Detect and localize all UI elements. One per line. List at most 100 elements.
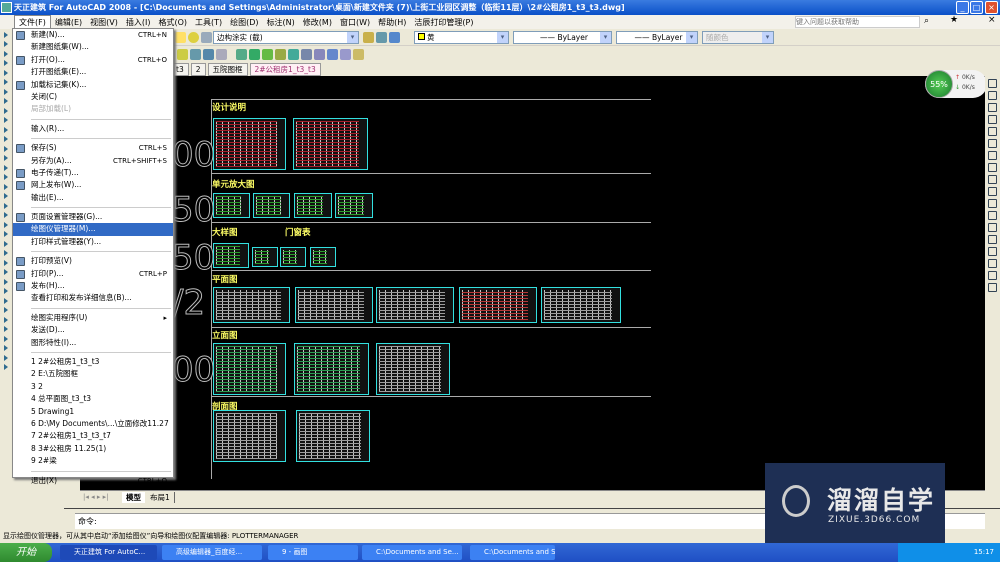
expand-arrow-icon[interactable]: [4, 145, 8, 152]
sheet-thumbnail[interactable]: [213, 410, 286, 462]
modify-tool-icon[interactable]: [988, 247, 997, 256]
taskbar-task[interactable]: 9 - 画图: [268, 545, 358, 560]
file-menu-item[interactable]: 2 E:\五院图框: [13, 368, 173, 380]
modify-tool-icon[interactable]: [988, 271, 997, 280]
sheet-thumbnail[interactable]: [376, 287, 454, 323]
expand-arrow-icon[interactable]: [4, 136, 8, 142]
tool-icon[interactable]: [288, 49, 299, 60]
minimize-button[interactable]: _: [956, 1, 969, 14]
sheet-thumbnail[interactable]: [213, 287, 290, 323]
file-menu-item[interactable]: 7 2#公租房1_t3_t3_t7: [13, 430, 173, 442]
expand-arrow-icon[interactable]: [4, 69, 8, 76]
sheet-thumbnail[interactable]: [376, 343, 450, 395]
file-menu-item[interactable]: 3 2: [13, 381, 173, 393]
tool-icon[interactable]: [327, 49, 338, 60]
sheet-thumbnail[interactable]: [213, 193, 250, 218]
expand-arrow-icon[interactable]: [4, 231, 8, 237]
file-menu-item[interactable]: 关闭(C): [13, 91, 173, 103]
help-search-input[interactable]: [795, 16, 920, 28]
file-menu-item[interactable]: 6 D:\My Documents\...\立面修改11.27: [13, 418, 173, 430]
modify-tool-icon[interactable]: [988, 163, 997, 172]
sheet-thumbnail[interactable]: [253, 193, 290, 218]
file-menu-item[interactable]: 5 Drawing1: [13, 406, 173, 418]
tool-icon[interactable]: [340, 49, 351, 60]
modify-tool-icon[interactable]: [988, 259, 997, 268]
sheet-thumbnail[interactable]: [294, 343, 369, 395]
menu-6[interactable]: 绘图(D): [226, 16, 262, 30]
expand-arrow-icon[interactable]: [4, 278, 8, 285]
modify-tool-icon[interactable]: [988, 91, 997, 100]
modify-tool-icon[interactable]: [988, 211, 997, 220]
layer-dropdown[interactable]: 边构涂实 (截) ▾: [213, 31, 359, 44]
expand-arrow-icon[interactable]: [4, 164, 8, 171]
file-menu-item[interactable]: 绘图仪管理器(M)...: [13, 223, 173, 236]
modify-tool-icon[interactable]: [988, 127, 997, 136]
expand-arrow-icon[interactable]: [4, 155, 8, 161]
menu-11[interactable]: 洁辰打印管理(P): [410, 16, 477, 30]
linetype-dropdown[interactable]: —— ByLayer ▾: [513, 31, 612, 44]
modify-tool-icon[interactable]: [988, 79, 997, 88]
expand-arrow-icon[interactable]: [4, 50, 8, 57]
file-menu-item[interactable]: 电子传递(T)...: [13, 167, 173, 179]
expand-arrow-icon[interactable]: [4, 60, 8, 66]
tool-icon[interactable]: [190, 49, 201, 60]
tool-icon[interactable]: [353, 49, 364, 60]
tab-model[interactable]: 模型: [122, 492, 145, 503]
expand-arrow-icon[interactable]: [4, 117, 8, 123]
file-menu-item[interactable]: 另存为(A)... CTRL+SHIFT+S: [13, 155, 173, 167]
tab-scroll-arrows[interactable]: |◂ ◂ ▸ ▸|: [83, 493, 108, 501]
expand-arrow-icon[interactable]: [4, 126, 8, 133]
tool-icon[interactable]: [314, 49, 325, 60]
close-button[interactable]: ×: [985, 1, 998, 14]
menu-5[interactable]: 工具(T): [191, 16, 226, 30]
file-menu-item[interactable]: 加载标记集(K)...: [13, 79, 173, 91]
menu-9[interactable]: 窗口(W): [336, 16, 374, 30]
tool-icon[interactable]: [275, 49, 286, 60]
file-menu-item[interactable]: 1 2#公租房1_t3_t3: [13, 356, 173, 368]
file-menu-item[interactable]: 绘图实用程序(U) ▸: [13, 312, 173, 324]
file-menu-item[interactable]: 网上发布(W)...: [13, 179, 173, 191]
modify-tool-icon[interactable]: [988, 235, 997, 244]
doc-close-button[interactable]: ×: [988, 15, 996, 25]
expand-arrow-icon[interactable]: [4, 183, 8, 190]
maximize-button[interactable]: □: [970, 1, 983, 14]
expand-arrow-icon[interactable]: [4, 88, 8, 95]
tool-icon[interactable]: [301, 49, 312, 60]
menu-7[interactable]: 标注(N): [263, 16, 299, 30]
search-icon[interactable]: ⌕: [924, 16, 929, 26]
tool-icon[interactable]: [249, 49, 260, 60]
expand-arrow-icon[interactable]: [4, 297, 8, 304]
expand-arrow-icon[interactable]: [4, 345, 8, 351]
expand-arrow-icon[interactable]: [4, 364, 8, 370]
sheet-thumbnail[interactable]: [296, 410, 370, 462]
modify-tool-icon[interactable]: [988, 115, 997, 124]
modify-tool-icon[interactable]: [988, 199, 997, 208]
tool-icon[interactable]: [216, 49, 227, 60]
sheet-thumbnail[interactable]: [213, 243, 249, 268]
taskbar-task[interactable]: C:\Documents and Se...: [470, 545, 555, 560]
expand-arrow-icon[interactable]: [4, 250, 8, 256]
layer-manager-icon[interactable]: [376, 32, 387, 43]
expand-arrow-icon[interactable]: [4, 288, 8, 294]
expand-arrow-icon[interactable]: [4, 240, 8, 247]
color-dropdown[interactable]: 黄 ▾: [414, 31, 509, 44]
drawing-canvas[interactable]: 设计说明 单元放大图 大样图 门窗表 平面图 立面图 剖面图 00 50 50/2 00: [80, 76, 985, 490]
file-menu-item[interactable]: 新建(N)... CTRL+N: [13, 29, 173, 41]
file-menu-item[interactable]: 4 总平面图_t3_t3: [13, 393, 173, 405]
file-menu-item[interactable]: 打开(O)... CTRL+O: [13, 54, 173, 66]
file-menu-item[interactable]: 发送(D)...: [13, 324, 173, 336]
file-menu-item[interactable]: 发布(H)...: [13, 280, 173, 292]
taskbar-task[interactable]: C:\Documents and Se...: [362, 545, 462, 560]
sheet-thumbnail[interactable]: [295, 287, 373, 323]
expand-arrow-icon[interactable]: [4, 98, 8, 104]
modify-tool-icon[interactable]: [988, 175, 997, 184]
expand-arrow-icon[interactable]: [4, 307, 8, 313]
doc-tab[interactable]: 五院图框: [207, 63, 248, 76]
tab-layout1[interactable]: 布局1: [146, 492, 175, 503]
expand-arrow-icon[interactable]: [4, 354, 8, 361]
sheet-thumbnail[interactable]: [213, 343, 286, 395]
expand-arrow-icon[interactable]: [4, 31, 8, 38]
menu-10[interactable]: 帮助(H): [374, 16, 410, 30]
file-menu-item[interactable]: 新建图纸集(W)...: [13, 41, 173, 53]
file-menu-item[interactable]: 输出(E)...: [13, 192, 173, 204]
